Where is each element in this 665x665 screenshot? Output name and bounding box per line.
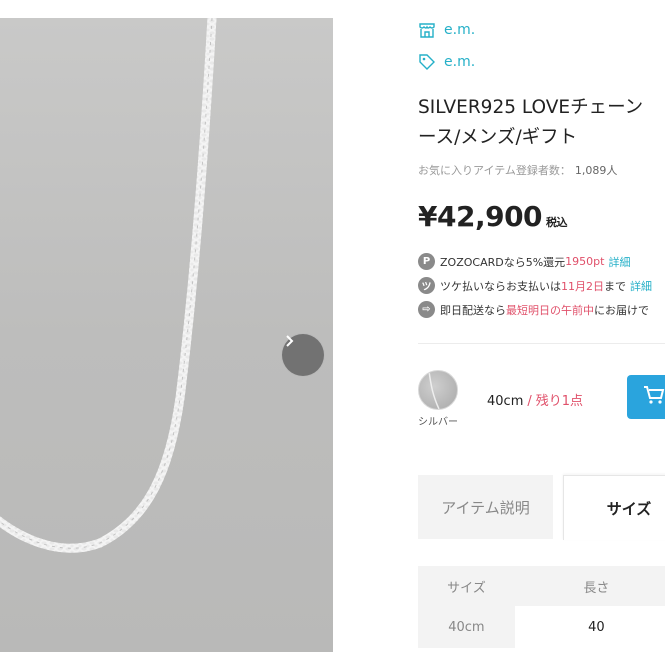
table-header: 長さ xyxy=(514,566,665,606)
benefit-zozocard: P ZOZOCARDなら5%還元 1950pt 詳細 xyxy=(418,253,630,270)
tax-label: 税込 xyxy=(546,216,568,229)
table-header-row: サイズ 長さ xyxy=(418,566,665,606)
product-title-line1: SILVER925 LOVEチェーン xyxy=(418,97,644,118)
benefit-detail-link[interactable]: 詳細 xyxy=(608,254,630,270)
table-cell: 40 xyxy=(514,606,665,648)
table-cell: 40cm xyxy=(418,606,515,648)
favorite-label: お気に入りアイテム登録者数： xyxy=(418,164,571,177)
price-value: ¥42,900 xyxy=(418,200,543,233)
benefit-tsuke: ツ ツケ払いならお支払いは 11月2日 まで 詳細 xyxy=(418,277,652,294)
delivery-icon: ⇨ xyxy=(418,301,435,318)
points-icon: P xyxy=(418,253,435,270)
benefit-text: ZOZOCARDなら5%還元 xyxy=(440,255,566,269)
tsuke-icon: ツ xyxy=(418,277,435,294)
benefit-suffix: にお届けで xyxy=(594,303,649,317)
brand-shop-link[interactable]: e.m. xyxy=(418,21,475,39)
variant-separator: / xyxy=(527,394,532,409)
variant-stock: 40cm / 残り1点 xyxy=(487,390,583,409)
color-swatch[interactable] xyxy=(418,370,458,410)
favorite-number: 1,089人 xyxy=(574,164,618,177)
product-title-line2: ース/メンズ/ギフト xyxy=(418,127,578,148)
brand-shop-label: e.m. xyxy=(444,22,476,38)
benefit-text: 即日配送なら xyxy=(440,303,506,317)
favorite-count: お気に入りアイテム登録者数： 1,089人 xyxy=(418,162,617,178)
product-title: SILVER925 LOVEチェーン ース/メンズ/ギフト xyxy=(418,93,665,153)
benefit-highlight: 11月2日 xyxy=(561,279,604,293)
price: ¥42,900 税込 xyxy=(418,200,568,233)
brand-tag-label: e.m. xyxy=(444,54,476,70)
next-image-button[interactable] xyxy=(281,333,325,377)
benefit-text: ツケ払いならお支払いは xyxy=(440,279,561,293)
size-table: サイズ 長さ 40cm 40 xyxy=(418,566,665,648)
benefit-highlight: 1950pt xyxy=(565,255,605,268)
brand-tag-link[interactable]: e.m. xyxy=(418,53,475,71)
tab-item-description[interactable]: アイテム説明 xyxy=(418,475,553,539)
tab-size[interactable]: サイズ xyxy=(563,475,665,540)
benefit-detail-link[interactable]: 詳細 xyxy=(630,278,652,294)
add-to-cart-button[interactable] xyxy=(627,375,665,419)
cart-icon xyxy=(643,384,665,410)
table-row: 40cm 40 xyxy=(418,606,665,648)
table-header: サイズ xyxy=(418,566,515,606)
shop-icon xyxy=(418,21,436,39)
tag-icon xyxy=(418,53,436,71)
stock-remaining: 残り1点 xyxy=(535,394,584,409)
color-label: シルバー xyxy=(418,417,458,428)
benefit-delivery: ⇨ 即日配送なら 最短明日の午前中 にお届けで xyxy=(418,301,649,318)
divider xyxy=(418,343,665,344)
product-image xyxy=(0,18,333,652)
benefit-highlight: 最短明日の午前中 xyxy=(506,303,594,317)
benefit-suffix: まで xyxy=(604,279,626,293)
variant-size: 40cm xyxy=(487,394,524,409)
